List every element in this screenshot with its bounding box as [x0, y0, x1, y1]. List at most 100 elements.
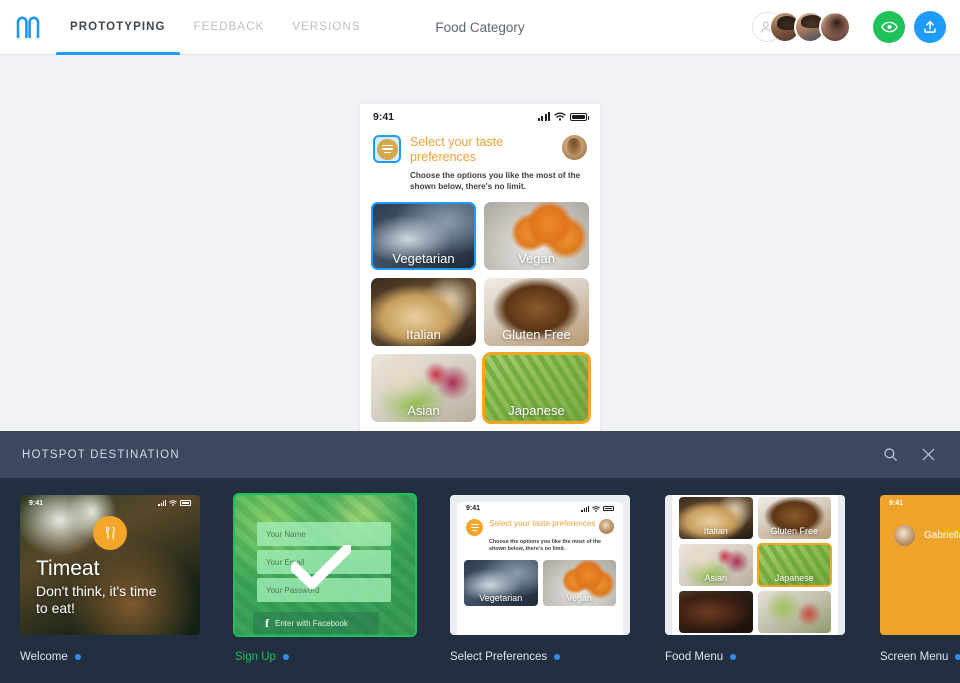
tile-label: Asian [407, 403, 440, 418]
tile-label: Gluten Free [502, 327, 571, 342]
facebook-icon: f [265, 615, 269, 630]
user-avatar[interactable] [562, 135, 587, 160]
thumb-screen-header: Select your taste preferences [457, 515, 623, 536]
tile-asian[interactable]: Asian [371, 354, 476, 422]
tab-feedback[interactable]: FEEDBACK [180, 0, 279, 55]
thumbnail-label: Select Preferences [450, 651, 548, 663]
screen-thumbnail-list[interactable]: 9:41 Timeat Don't think, it's time to ea… [0, 478, 960, 683]
thumbnail-preview[interactable]: 9:41 Select your taste preferences Choos… [450, 495, 630, 635]
wifi-icon [592, 505, 600, 512]
status-time: 9:41 [889, 499, 904, 507]
thumbnail-preview[interactable]: Your Name Your Email Your Password f Ent… [233, 493, 417, 637]
search-icon [883, 448, 897, 461]
battery-icon [180, 500, 191, 506]
share-button[interactable] [914, 11, 946, 43]
tile-vegan[interactable]: Vegan [484, 202, 589, 270]
thumb-status-bar: 9:41 [457, 502, 623, 515]
tile-label: Italian [406, 327, 441, 342]
thumbnail-label-row: Sign Up [235, 651, 430, 663]
tagline: Don't think, it's time to eat! [36, 583, 157, 616]
thumbnail-label-row: Welcome [20, 651, 215, 663]
search-button[interactable] [880, 445, 900, 465]
tile-gluten-free: Gluten Free [757, 497, 831, 539]
thumb-tiles: Italian Gluten Free Asian Japanese [672, 495, 838, 633]
avatar [894, 525, 915, 546]
thumb-status-bar: 9:41 [880, 495, 960, 511]
preference-tiles: Vegetarian Vegan Italian Gluten Free Asi… [360, 192, 600, 424]
menu-user-row: Gabriella [894, 525, 960, 546]
user-avatar [599, 519, 614, 534]
tile-asian: Asian [679, 544, 753, 586]
tile-japanese: Japanese [756, 543, 832, 587]
phone-status-bar: 9:41 [360, 104, 600, 129]
tab-feedback-label: FEEDBACK [193, 21, 265, 33]
thumbnail-label: Screen Menu [880, 651, 949, 663]
thumb-status-bar: 9:41 [20, 495, 200, 511]
thumbnail-preview[interactable]: 9:41 Gabriella [880, 495, 960, 635]
signal-icon [158, 500, 166, 506]
thumbnail-label-row: Food Menu [665, 651, 860, 663]
status-indicators [581, 505, 614, 512]
tab-versions-label: VERSIONS [292, 21, 361, 33]
thumbnail-screen-menu[interactable]: 9:41 Gabriella [880, 495, 960, 683]
upload-icon [924, 20, 936, 33]
thumb-screen-card: Italian Gluten Free Asian Japanese [672, 495, 838, 635]
hotspot-menu-icon[interactable] [373, 135, 401, 163]
panel-actions [880, 445, 938, 465]
facebook-login-button[interactable]: f Enter with Facebook [253, 612, 379, 634]
signal-icon [581, 505, 589, 512]
nav-tabs: PROTOTYPING FEEDBACK VERSIONS [56, 0, 375, 55]
tile-gluten-free[interactable]: Gluten Free [484, 278, 589, 346]
thumbnail-select-preferences[interactable]: 9:41 Select your taste preferences Choos… [450, 495, 645, 683]
eye-icon [880, 21, 898, 33]
close-button[interactable] [918, 445, 938, 465]
fork-knife-glyph [106, 526, 115, 540]
status-indicators [158, 500, 191, 506]
header-actions [752, 11, 946, 43]
thumbnail-sign-up[interactable]: Your Name Your Email Your Password f Ent… [233, 493, 430, 683]
hotspot-dot-icon [955, 654, 960, 660]
tile-label: Japanese [508, 403, 565, 418]
prototype-canvas[interactable]: 9:41 Select your taste preferences Choos… [0, 55, 960, 431]
thumbnail-welcome[interactable]: 9:41 Timeat Don't think, it's time to ea… [20, 495, 215, 683]
tile-label: Vegetarian [479, 592, 523, 603]
signal-icon [538, 112, 550, 121]
tile-label: Italian [703, 526, 728, 536]
tab-versions[interactable]: VERSIONS [278, 0, 374, 55]
tile-vegetarian[interactable]: Vegetarian [371, 202, 476, 270]
battery-icon [570, 112, 589, 121]
panel-header: HOTSPOT DESTINATION [0, 431, 960, 478]
tile-label: Vegan [518, 251, 555, 266]
status-time: 9:41 [373, 110, 395, 123]
tile-label: Japanese [774, 573, 814, 583]
tile-vegetarian: Vegetarian [464, 559, 538, 606]
phone-preview[interactable]: 9:41 Select your taste preferences Choos… [360, 104, 600, 431]
tile-vegan: Vegan [542, 559, 616, 606]
thumbnail-label-row: Screen Menu [880, 651, 960, 663]
hotspot-dot-icon [74, 654, 81, 660]
wifi-icon [554, 112, 566, 121]
thumb-tiles: Vegetarian Vegan [457, 554, 623, 606]
field-your-name[interactable]: Your Name [257, 522, 391, 546]
thumbnail-label: Sign Up [235, 651, 276, 663]
brand-name: Timeat [36, 557, 100, 580]
thumbnail-food-menu[interactable]: Italian Gluten Free Asian Japanese Food … [665, 495, 860, 683]
hotspot-dot-icon [730, 654, 737, 660]
tab-prototyping[interactable]: PROTOTYPING [56, 0, 180, 55]
tile-label: Asian [704, 573, 727, 583]
thumbnail-preview[interactable]: Italian Gluten Free Asian Japanese [665, 495, 845, 635]
thumb-screen-card: 9:41 Select your taste preferences Choos… [457, 502, 623, 635]
preview-button[interactable] [873, 11, 905, 43]
tile-japanese[interactable]: Japanese [482, 352, 591, 424]
hamburger-icon [466, 519, 483, 536]
tile-steak [679, 591, 753, 633]
avatar[interactable] [819, 11, 851, 43]
status-indicators [538, 112, 589, 121]
marvel-logo[interactable] [0, 15, 56, 39]
user-name: Gabriella [924, 530, 960, 541]
thumbnail-label: Welcome [20, 651, 68, 663]
thumbnail-preview[interactable]: 9:41 Timeat Don't think, it's time to ea… [20, 495, 200, 635]
tile-label: Gluten Free [770, 526, 819, 536]
thumbnail-label: Food Menu [665, 651, 724, 663]
tile-italian[interactable]: Italian [371, 278, 476, 346]
